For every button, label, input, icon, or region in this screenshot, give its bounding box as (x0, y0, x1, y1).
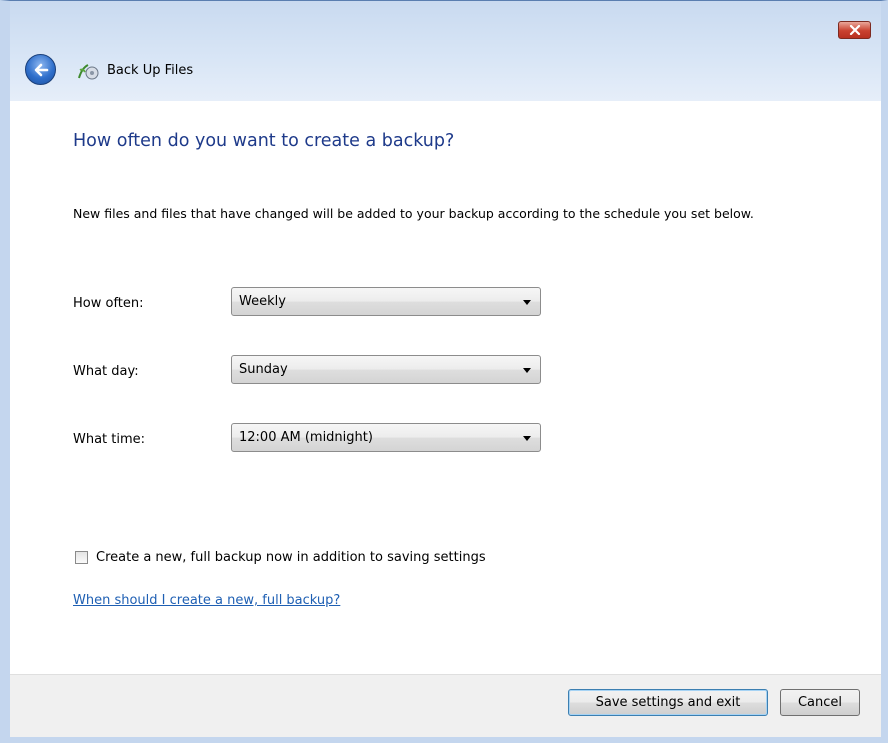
backup-icon (78, 64, 99, 80)
full-backup-help-link[interactable]: When should I create a new, full backup? (73, 593, 340, 608)
back-arrow-icon (34, 63, 48, 76)
title-bar: Back Up Files (10, 1, 881, 101)
page-description: New files and files that have changed wi… (73, 206, 754, 221)
chevron-down-icon (523, 436, 531, 441)
chevron-down-icon (523, 300, 531, 305)
how-often-dropdown[interactable]: Weekly (231, 287, 541, 316)
chevron-down-icon (523, 368, 531, 373)
what-time-label: What time: (73, 432, 146, 447)
what-time-value: 12:00 AM (midnight) (239, 430, 373, 445)
what-time-dropdown[interactable]: 12:00 AM (midnight) (231, 423, 541, 452)
button-bar: Save settings and exit Cancel (10, 674, 881, 737)
what-day-dropdown[interactable]: Sunday (231, 355, 541, 384)
full-backup-label[interactable]: Create a new, full backup now in additio… (96, 550, 486, 565)
back-button[interactable] (25, 54, 56, 85)
what-day-label: What day: (73, 364, 139, 379)
close-icon (849, 25, 860, 35)
content-area: How often do you want to create a backup… (10, 101, 881, 675)
window-title: Back Up Files (107, 63, 194, 78)
backup-window: Back Up Files How often do you want to c… (0, 0, 888, 743)
full-backup-checkbox[interactable] (75, 551, 88, 564)
cancel-button[interactable]: Cancel (780, 689, 860, 716)
what-day-value: Sunday (239, 362, 288, 377)
how-often-value: Weekly (239, 294, 286, 309)
page-title: How often do you want to create a backup… (73, 131, 455, 151)
how-often-label: How often: (73, 296, 144, 311)
close-button[interactable] (838, 21, 871, 39)
save-settings-button[interactable]: Save settings and exit (568, 689, 768, 716)
